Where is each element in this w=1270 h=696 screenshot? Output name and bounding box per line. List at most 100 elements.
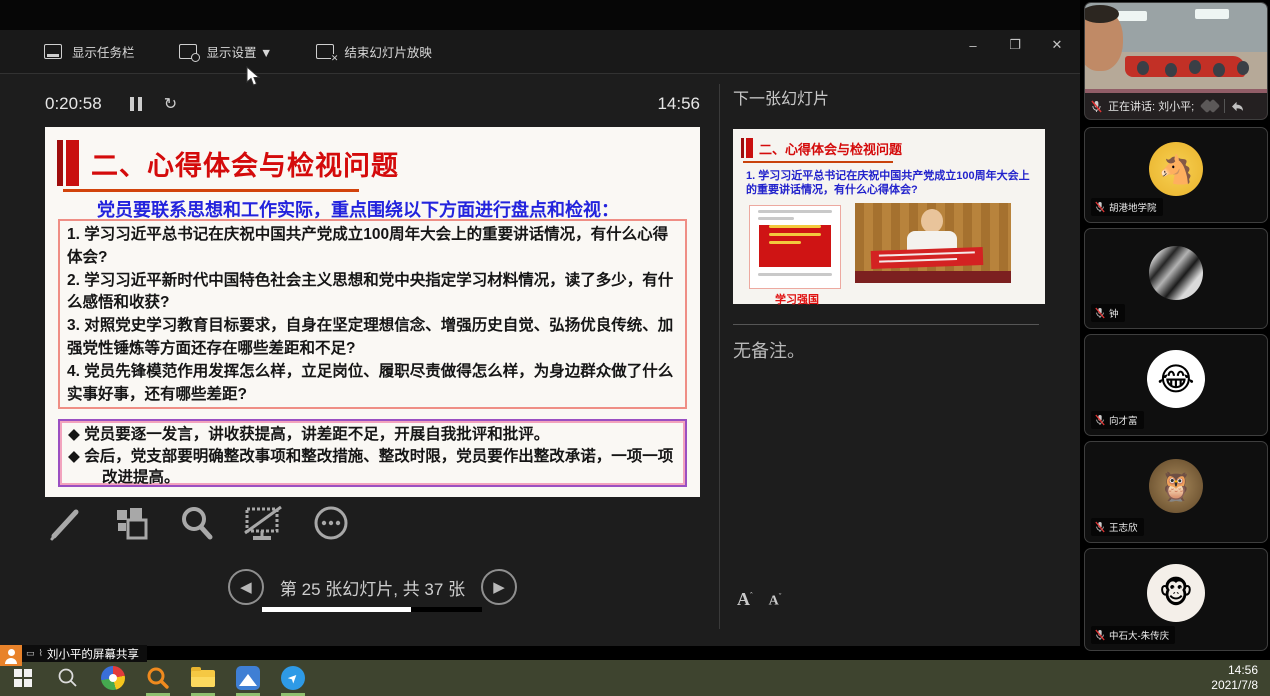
share-label-text: 刘小平的屏幕共享 xyxy=(47,646,139,662)
requirement-item: ◆ 会后，党支部要明确整改事项和整改措施、整改时限，党员要作出整改承诺，一项一项… xyxy=(68,446,677,489)
microphone-muted-icon xyxy=(1095,521,1105,533)
participant-name: 向才富 xyxy=(1109,413,1138,427)
browser-pinwheel-icon xyxy=(101,666,125,690)
taskbar-date: 2021/7/8 xyxy=(1211,678,1258,693)
next-slide-button[interactable]: ▶ xyxy=(481,569,517,605)
notes-divider xyxy=(733,324,1039,325)
title-accent-bar xyxy=(66,140,79,186)
participant-name: 王志欣 xyxy=(1109,520,1138,534)
preview-title-underline xyxy=(743,161,893,163)
slide-position-label: 第 25 张幻灯片, 共 37 张 xyxy=(280,575,465,600)
notes-placeholder: 无备注。 xyxy=(733,337,1075,363)
mic-mini-icon: ⌇ xyxy=(39,648,43,659)
avatar-horse-cartoon: 🐴 xyxy=(1149,142,1203,196)
participant-name: 钟 xyxy=(1109,306,1119,320)
display-settings-button[interactable]: 显示设置 ▼ xyxy=(179,42,273,61)
paper-plane-icon: ➤ xyxy=(281,666,305,690)
preview-slide-text: 1. 学习习近平总书记在庆祝中国共产党成立100周年大会上的重要讲话情况，有什么… xyxy=(746,169,1034,197)
taskbar-time: 14:56 xyxy=(1211,663,1258,678)
microphone-muted-icon xyxy=(1095,307,1105,319)
restore-button[interactable]: ❐ xyxy=(1006,37,1024,53)
taskbar-clock[interactable]: 14:56 2021/7/8 xyxy=(1211,663,1258,693)
preview-slide-title: 二、心得体会与检视问题 xyxy=(759,139,902,158)
file-explorer-button[interactable] xyxy=(188,660,218,696)
microphone-muted-icon xyxy=(1091,100,1102,113)
pause-timer-button[interactable] xyxy=(130,97,142,111)
decrease-font-button[interactable]: Aˇ xyxy=(769,592,782,610)
search-app-button[interactable] xyxy=(143,660,173,696)
panel-divider xyxy=(719,84,720,629)
presenter-view-window: 显示任务栏 显示设置 ▼ 结束幻灯片放映 – ❐ ✕ 0:20:58 ↻ 1 xyxy=(0,0,1080,646)
participant-video[interactable]: 🦉 王志欣 xyxy=(1084,441,1268,543)
pen-tool-icon[interactable] xyxy=(48,504,86,547)
see-all-slides-icon[interactable] xyxy=(113,504,151,547)
microphone-muted-icon xyxy=(1095,201,1105,213)
end-slideshow-button[interactable]: 结束幻灯片放映 xyxy=(316,42,432,61)
next-slide-heading: 下一张幻灯片 xyxy=(733,85,1075,109)
slide-navigation: ◀ 第 25 张幻灯片, 共 37 张 ▶ xyxy=(45,569,700,605)
speaking-label: 正在讲话: 刘小平; xyxy=(1108,98,1194,114)
checklist-item: 3. 对照党史学习教育目标要求，自身在坚定理想信念、增强历史自觉、弘扬优良传统、… xyxy=(67,315,678,361)
current-slide: 二、心得体会与检视问题 党员要联系思想和工作实际，重点围绕以下方面进行盘点和检视… xyxy=(45,127,700,497)
screen-share-indicator[interactable]: ▭ ⌇ 刘小平的屏幕共享 xyxy=(0,645,147,666)
participant-name-tag: 王志欣 xyxy=(1091,518,1144,536)
checklist-box: 1. 学习习近平总书记在庆祝中国共产党成立100周年大会上的重要讲话情况，有什么… xyxy=(58,219,687,409)
meeting-app-button[interactable]: ➤ xyxy=(278,660,308,696)
participant-name: 中石大-朱传庆 xyxy=(1109,628,1169,642)
close-button[interactable]: ✕ xyxy=(1048,37,1066,53)
participant-name-tag: 向才富 xyxy=(1091,411,1144,429)
xuexi-qiangguo-label: 学习强国 xyxy=(775,291,819,307)
end-slideshow-icon xyxy=(316,44,334,59)
title-accent-bar xyxy=(57,140,63,186)
screen-mini-icon: ▭ xyxy=(26,648,35,659)
avatar-laughing-emoji: 😂 xyxy=(1147,350,1205,408)
microphone-muted-icon xyxy=(1095,414,1105,426)
zoom-slide-icon[interactable] xyxy=(178,504,216,547)
participant-name-tag: 中石大-朱传庆 xyxy=(1091,626,1175,644)
taskbar-icon xyxy=(44,44,62,59)
reply-arrow-icon[interactable] xyxy=(1231,101,1244,112)
contact-person-icon xyxy=(0,645,22,666)
photos-app-button[interactable] xyxy=(233,660,263,696)
participant-video[interactable]: 😂 向才富 xyxy=(1084,334,1268,436)
windows-logo-icon xyxy=(14,669,32,687)
foreground-face xyxy=(1084,9,1123,71)
next-slide-panel: 下一张幻灯片 二、心得体会与检视问题 1. 学习习近平总书记在庆祝中国共产党成立… xyxy=(733,85,1075,363)
participant-name-tag: 胡港地学院 xyxy=(1091,198,1163,216)
orange-search-icon xyxy=(146,666,170,690)
minimize-button[interactable]: – xyxy=(964,38,982,53)
increase-font-button[interactable]: Aˆ xyxy=(737,589,753,610)
show-taskbar-label: 显示任务栏 xyxy=(72,42,135,61)
show-taskbar-button[interactable]: 显示任务栏 xyxy=(44,42,135,61)
display-settings-icon xyxy=(179,44,197,59)
previous-slide-button[interactable]: ◀ xyxy=(228,569,264,605)
mouse-cursor-icon xyxy=(246,66,261,92)
slideshow-progress-bar xyxy=(262,607,482,612)
preview-name-banner xyxy=(871,247,984,269)
preview-accent-bars xyxy=(741,138,753,158)
active-speaker-video[interactable]: 正在讲话: 刘小平; xyxy=(1084,2,1268,120)
participant-video[interactable]: 🐵 中石大-朱传庆 xyxy=(1084,548,1268,651)
meeting-watermark-icon xyxy=(1202,101,1218,111)
display-settings-label: 显示设置 ▼ xyxy=(207,42,273,61)
checklist-item: 2. 学习习近平新时代中国特色社会主义思想和党中央指定学习材料情况，读了多少，有… xyxy=(67,270,678,316)
current-time: 14:56 xyxy=(657,94,700,114)
requirement-item: ◆ 党员要逐一发言，讲收获提高，讲差距不足，开展自我批评和批评。 xyxy=(68,424,677,446)
requirements-box: ◆ 党员要逐一发言，讲收获提高，讲差距不足，开展自我批评和批评。 ◆ 会后，党支… xyxy=(58,419,687,487)
annotation-tools xyxy=(48,504,350,547)
presenter-toolbar: 显示任务栏 显示设置 ▼ 结束幻灯片放映 xyxy=(0,30,1080,74)
restart-timer-button[interactable]: ↻ xyxy=(164,94,177,114)
more-options-icon[interactable] xyxy=(312,504,350,547)
mountain-app-icon xyxy=(236,666,260,690)
slide-title-block: 二、心得体会与检视问题 xyxy=(57,140,399,186)
notes-font-controls: Aˆ Aˇ xyxy=(737,589,781,610)
participant-name-tag: 钟 xyxy=(1091,304,1125,322)
slide-title: 二、心得体会与检视问题 xyxy=(91,144,399,183)
preview-speaker-photo xyxy=(855,203,1011,283)
window-controls: – ❐ ✕ xyxy=(964,30,1074,60)
windows-taskbar: ➤ 14:56 2021/7/8 xyxy=(0,660,1270,696)
black-screen-icon[interactable] xyxy=(243,504,285,547)
preview-app-screenshot xyxy=(749,205,841,289)
participant-video[interactable]: 🐴 胡港地学院 xyxy=(1084,127,1268,223)
participant-video[interactable]: 钟 xyxy=(1084,228,1268,329)
